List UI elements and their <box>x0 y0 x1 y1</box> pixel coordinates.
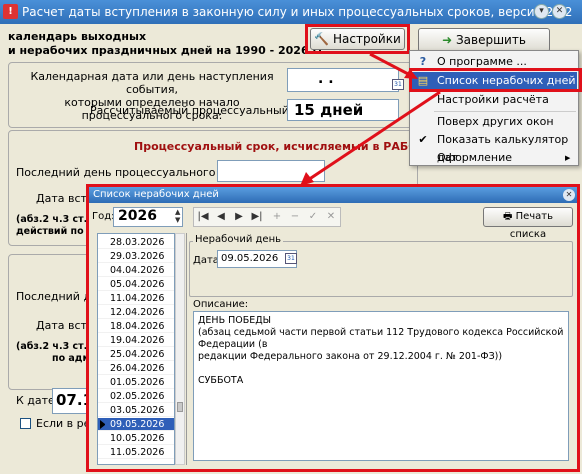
note-line-1: (абз.2 ч.3 ст. <box>16 214 88 225</box>
header-line-2: и нерабочих праздничных дней на 1990 - 2… <box>8 44 329 57</box>
close-icon[interactable]: ✕ <box>552 4 567 19</box>
event-date-input[interactable]: . . <box>287 68 399 92</box>
menu-item-on-top[interactable]: Поверх других окон <box>411 113 577 131</box>
k-date-label: К дате <box>16 394 55 407</box>
settings-label: Настройки <box>333 32 401 46</box>
finish-label: Завершить <box>455 33 526 47</box>
finish-button[interactable]: ➜ Завершить <box>418 28 550 52</box>
menu-item-calc-settings[interactable]: Настройки расчёта <box>411 91 577 109</box>
app-icon: ! <box>3 4 18 19</box>
note-line-2: действий по <box>16 226 84 237</box>
minimize-icon[interactable]: ▾ <box>534 4 549 19</box>
exit-icon: ➜ <box>442 33 453 47</box>
entry-date-label-2: Дата вст <box>36 319 87 332</box>
menu-item-show-calculator[interactable]: ✔ Показать калькулятор дат <box>411 131 577 164</box>
help-icon: ? <box>419 55 427 68</box>
check-icon: ✔ <box>418 133 428 146</box>
term-input[interactable]: 15 дней <box>287 99 399 121</box>
entry-date-label: Дата вст <box>36 192 87 205</box>
calendar-icon[interactable]: 31 <box>392 79 404 90</box>
hammer-icon: 🔨 <box>314 32 330 46</box>
settings-button[interactable]: 🔨 Настройки <box>310 28 405 50</box>
window-titlebar: ! Расчет даты вступления в законную силу… <box>0 0 582 24</box>
header-line-1: календарь выходных <box>8 30 147 43</box>
note-line-3: (абз.2 ч.3 ст. <box>16 341 88 352</box>
menu-separator <box>434 111 576 112</box>
note-line-4: по адм <box>52 353 91 364</box>
result-checkbox[interactable] <box>20 418 31 429</box>
menu-item-appearance[interactable]: Оформление ▶ <box>411 149 577 167</box>
submenu-arrow-icon: ▶ <box>565 154 571 162</box>
menu-item-highlight <box>409 68 582 92</box>
window-title: Расчет даты вступления в законную силу и… <box>22 5 573 19</box>
last-day-input[interactable] <box>217 160 325 182</box>
dialog-highlight <box>86 184 580 472</box>
